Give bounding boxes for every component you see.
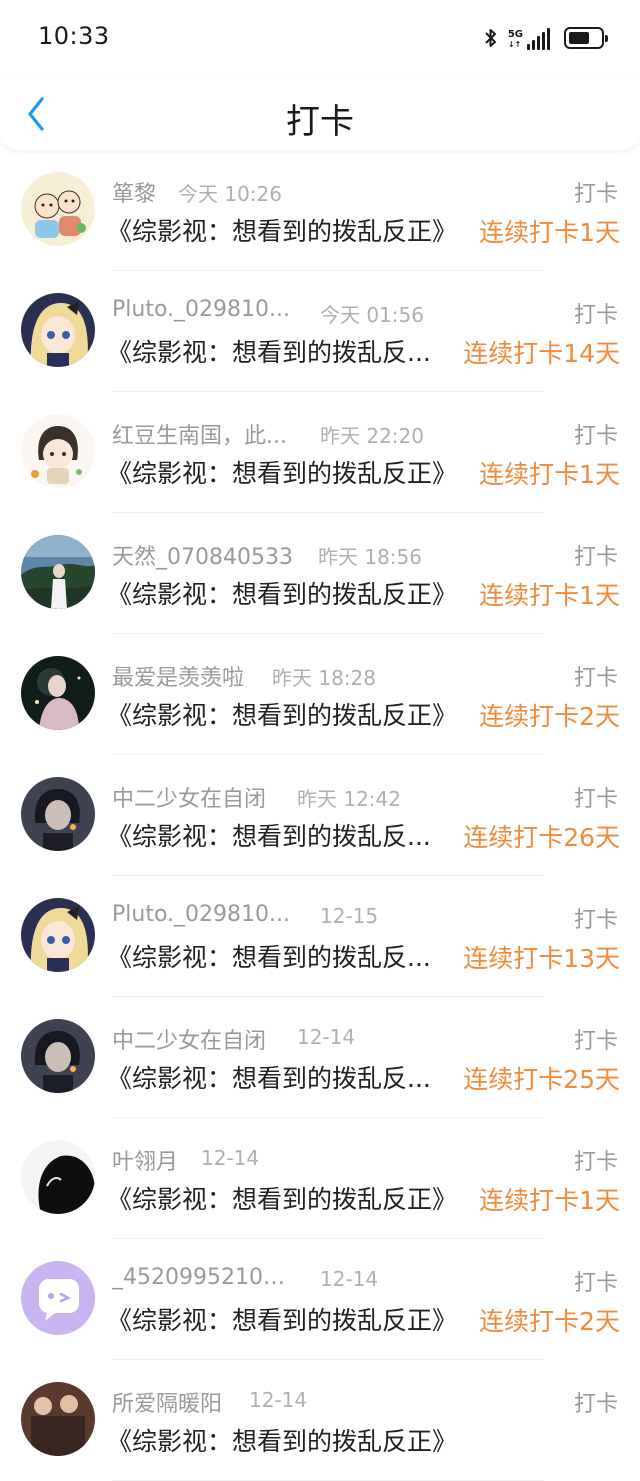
avatar[interactable]: [21, 898, 95, 972]
book-title[interactable]: 《综影视：想看到的拨乱反...: [107, 1059, 452, 1095]
book-title[interactable]: 《综影视：想看到的拨乱反正》: [107, 575, 479, 611]
checkin-time: 昨天 12:42: [297, 787, 401, 811]
list-item[interactable]: 所爱隔暖阳 12-14 打卡 《综影视：想看到的拨乱反正》: [0, 1360, 640, 1481]
streak-label: 连续打卡1天: [479, 460, 620, 489]
list-item[interactable]: _45209952100... 12-14 打卡 《综影视：想看到的拨乱反正》 …: [0, 1239, 640, 1360]
user-name[interactable]: 中二少女在自闭: [112, 1023, 297, 1055]
avatar[interactable]: [21, 293, 95, 367]
portrait-avatar-image: [21, 656, 95, 730]
checkin-list: 箪黎 今天 10:26 打卡 《综影视：想看到的拨乱反正》 连续打卡1天 Plu…: [0, 150, 640, 1481]
checkin-tag: 打卡: [573, 1392, 618, 1417]
checkin-tag: 打卡: [573, 182, 618, 207]
user-name[interactable]: _45209952100...: [112, 1265, 297, 1290]
cartoon-avatar-image: [21, 172, 95, 246]
list-item[interactable]: 最爱是羡羡啦 昨天 18:28 打卡 《综影视：想看到的拨乱反正》 连续打卡2天: [0, 634, 640, 755]
avatar[interactable]: [21, 1019, 95, 1093]
streak-label: 连续打卡1天: [479, 581, 620, 610]
book-title[interactable]: 《综影视：想看到的拨乱反正》: [107, 1422, 479, 1458]
dark-portrait-avatar-image: [21, 777, 95, 851]
dark-portrait-avatar-image: [21, 1019, 95, 1093]
network-type: 5G: [507, 29, 523, 40]
book-title[interactable]: 《综影视：想看到的拨乱反...: [107, 817, 452, 853]
checkin-tag: 打卡: [573, 1271, 618, 1296]
avatar[interactable]: [21, 414, 95, 488]
avatar[interactable]: [21, 535, 95, 609]
user-name[interactable]: 天然_070840533: [112, 539, 297, 571]
signal-icon: 5G ↓↑: [508, 26, 550, 50]
checkin-tag: 打卡: [573, 908, 618, 933]
streak-label: 连续打卡1天: [479, 1186, 620, 1215]
user-name[interactable]: 最爱是羡羡啦: [112, 660, 297, 692]
book-title[interactable]: 《综影视：想看到的拨乱反...: [107, 938, 452, 974]
checkin-time: 昨天 22:20: [320, 424, 424, 448]
list-item[interactable]: 天然_070840533 昨天 18:56 打卡 《综影视：想看到的拨乱反正》 …: [0, 513, 640, 634]
default-chat-avatar-image: [21, 1261, 95, 1335]
list-item[interactable]: 箪黎 今天 10:26 打卡 《综影视：想看到的拨乱反正》 连续打卡1天: [0, 150, 640, 271]
checkin-time: 12-14: [249, 1388, 308, 1412]
list-item[interactable]: 中二少女在自闭 12-14 打卡 《综影视：想看到的拨乱反... 连续打卡25天: [0, 997, 640, 1118]
streak-label: 连续打卡13天: [463, 944, 620, 973]
avatar[interactable]: [21, 172, 95, 246]
silhouette-avatar-image: [21, 1140, 95, 1214]
nav-bar: 打卡: [0, 76, 640, 150]
book-title[interactable]: 《综影视：想看到的拨乱反...: [107, 333, 452, 369]
user-name[interactable]: 中二少女在自闭: [112, 781, 297, 813]
avatar[interactable]: [21, 777, 95, 851]
checkin-tag: 打卡: [573, 666, 618, 691]
checkin-tag: 打卡: [573, 1150, 618, 1175]
group-photo-avatar-image: [21, 1382, 95, 1456]
streak-label: 连续打卡26天: [463, 823, 620, 852]
checkin-time: 12-14: [320, 1267, 379, 1291]
checkin-time: 今天 01:56: [320, 303, 424, 327]
anime-girl-avatar-image: [21, 898, 95, 972]
list-item[interactable]: Pluto._029810... 12-15 打卡 《综影视：想看到的拨乱反..…: [0, 876, 640, 997]
streak-label: 连续打卡25天: [463, 1065, 620, 1094]
book-title[interactable]: 《综影视：想看到的拨乱反正》: [107, 1180, 479, 1216]
list-item[interactable]: 中二少女在自闭 昨天 12:42 打卡 《综影视：想看到的拨乱反... 连续打卡…: [0, 755, 640, 876]
user-name[interactable]: Pluto._029810...: [112, 297, 297, 322]
avatar[interactable]: [21, 656, 95, 730]
book-title[interactable]: 《综影视：想看到的拨乱反正》: [107, 1301, 479, 1337]
checkin-time: 今天 10:26: [178, 182, 282, 206]
avatar[interactable]: [21, 1261, 95, 1335]
streak-label: 连续打卡2天: [479, 702, 620, 731]
streak-label: 连续打卡2天: [479, 1307, 620, 1336]
status-bar: 10:33 5G ↓↑: [0, 0, 640, 76]
checkin-time: 12-14: [201, 1146, 260, 1170]
anime-girl-avatar-image: [21, 293, 95, 367]
bluetooth-icon: [485, 29, 496, 47]
checkin-tag: 打卡: [573, 303, 618, 328]
list-item[interactable]: Pluto._029810... 今天 01:56 打卡 《综影视：想看到的拨乱…: [0, 271, 640, 392]
checkin-tag: 打卡: [573, 1029, 618, 1054]
book-title[interactable]: 《综影视：想看到的拨乱反正》: [107, 454, 479, 490]
user-name[interactable]: 红豆生南国，此...: [112, 418, 297, 450]
checkin-time: 昨天 18:56: [318, 545, 422, 569]
checkin-time: 昨天 18:28: [272, 666, 376, 690]
checkin-tag: 打卡: [573, 545, 618, 570]
user-name[interactable]: Pluto._029810...: [112, 902, 297, 927]
battery-icon: [564, 27, 608, 49]
page-title: 打卡: [286, 102, 354, 142]
checkin-time: 12-15: [320, 904, 379, 928]
avatar[interactable]: [21, 1382, 95, 1456]
chibi-girl-avatar-image: [21, 414, 95, 488]
status-icons: 5G ↓↑: [482, 24, 608, 52]
list-item[interactable]: 叶翎月 12-14 打卡 《综影视：想看到的拨乱反正》 连续打卡1天: [0, 1118, 640, 1239]
avatar[interactable]: [21, 1140, 95, 1214]
list-item[interactable]: 红豆生南国，此... 昨天 22:20 打卡 《综影视：想看到的拨乱反正》 连续…: [0, 392, 640, 513]
checkin-tag: 打卡: [573, 424, 618, 449]
streak-label: 连续打卡14天: [463, 339, 620, 368]
landscape-photo-avatar-image: [21, 535, 95, 609]
checkin-time: 12-14: [297, 1025, 356, 1049]
streak-label: 连续打卡1天: [479, 218, 620, 247]
book-title[interactable]: 《综影视：想看到的拨乱反正》: [107, 696, 479, 732]
book-title[interactable]: 《综影视：想看到的拨乱反正》: [107, 212, 479, 248]
status-time: 10:33: [38, 22, 110, 50]
checkin-tag: 打卡: [573, 787, 618, 812]
